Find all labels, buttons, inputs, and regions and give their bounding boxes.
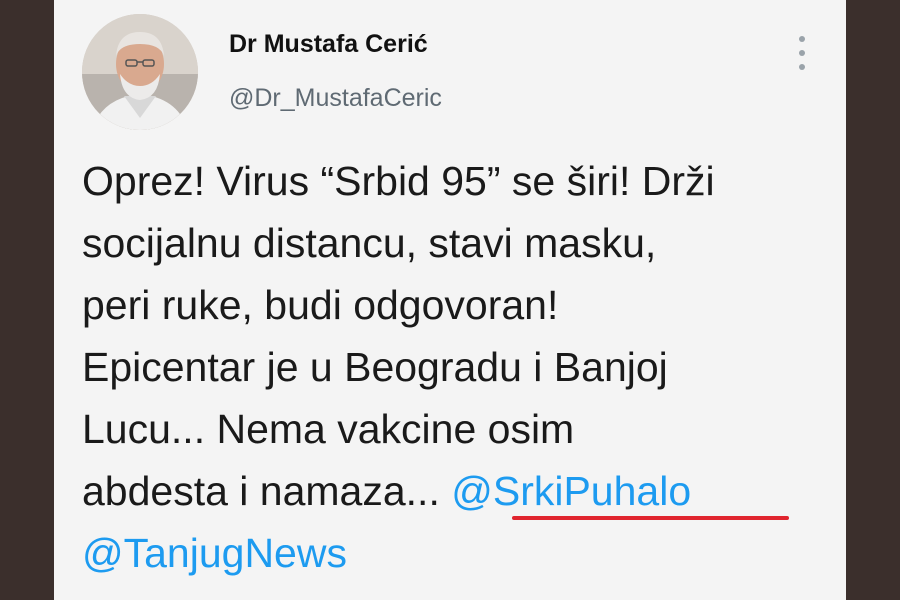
mention-link-tanjugnews[interactable]: @TanjugNews <box>82 530 347 576</box>
tweet-line: socijalnu distancu, stavi masku, <box>82 220 657 266</box>
more-dot <box>799 36 805 42</box>
tweet-line: peri ruke, budi odgovoran! <box>82 282 559 328</box>
tweet-line: abdesta i namaza... <box>82 468 452 514</box>
avatar[interactable] <box>82 14 198 130</box>
tweet-line: Lucu... Nema vakcine osim <box>82 406 575 452</box>
avatar-portrait-icon <box>82 14 198 130</box>
more-options-icon[interactable] <box>792 36 812 70</box>
highlight-underline <box>512 516 789 520</box>
mention-link-srkipuhalo[interactable]: @SrkiPuhalo <box>451 468 691 514</box>
photo-frame: Dr Mustafa Cerić @Dr_MustafaCeric Oprez!… <box>0 0 900 600</box>
tweet-line: Epicentar je u Beogradu i Banjoj <box>82 344 668 390</box>
user-handle[interactable]: @Dr_MustafaCeric <box>229 84 442 113</box>
display-name[interactable]: Dr Mustafa Cerić <box>229 30 428 59</box>
more-dot <box>799 64 805 70</box>
more-dot <box>799 50 805 56</box>
tweet-line: Oprez! Virus “Srbid 95” se širi! Drži <box>82 158 715 204</box>
tweet-card: Dr Mustafa Cerić @Dr_MustafaCeric Oprez!… <box>54 0 846 600</box>
